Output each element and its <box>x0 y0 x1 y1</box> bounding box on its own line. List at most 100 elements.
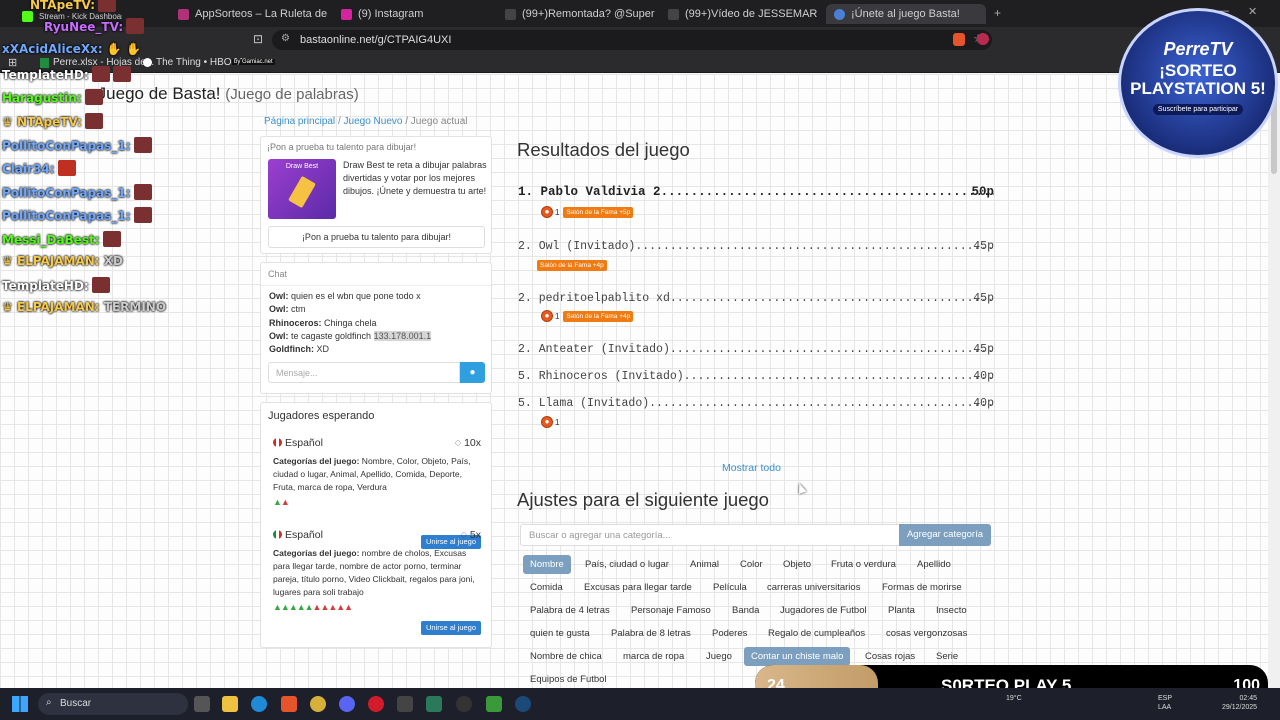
category-chip[interactable]: Planta <box>881 601 922 620</box>
edge-icon[interactable] <box>251 696 267 712</box>
category-chip[interactable]: Película <box>706 578 754 597</box>
url-field[interactable]: ⚙ bastaonline.net/g/CTPAIG4UXI ⇪ ☆ <box>272 30 992 50</box>
category-chip[interactable]: Serie <box>929 647 965 666</box>
category-chip[interactable]: Equipos de Futbol <box>523 670 614 688</box>
room-categories: Categorías del juego: nombre de cholos, … <box>273 548 475 597</box>
sorteo-badge: PerreTV ¡SORTEO PLAYSTATION 5! Suscríbet… <box>1118 8 1278 158</box>
category-chip[interactable]: Nombre <box>523 555 571 574</box>
dot-leader: ........................................… <box>669 292 994 305</box>
category-chip[interactable]: Objeto <box>776 555 818 574</box>
task-view-icon[interactable] <box>194 696 210 712</box>
waiting-room: Español ◌ 5x Categorías del juego: nombr… <box>273 529 481 635</box>
language-indicator[interactable]: ESP LAA <box>1158 694 1172 712</box>
category-chip[interactable]: Juego <box>699 647 739 666</box>
taskbar-search[interactable]: ⌕ Buscar <box>38 693 188 715</box>
player-icon-red: ▲ <box>280 497 290 507</box>
category-chip[interactable]: Color <box>733 555 770 574</box>
category-chip[interactable]: Poderes <box>705 624 754 643</box>
app-icon[interactable] <box>426 696 442 712</box>
category-chip[interactable]: Insecto <box>929 601 974 620</box>
stream-chat-overlay: NTApeTV: RyuNee_TV: xXAcidAliceXx: ✋ ✋ T… <box>0 0 167 325</box>
show-all-link[interactable]: Mostrar todo <box>722 462 781 474</box>
breadcrumb-home[interactable]: Página principal <box>264 116 335 127</box>
app-icon[interactable] <box>486 696 502 712</box>
category-chip[interactable]: cosas vergonzosas <box>879 624 974 643</box>
windows-taskbar: ⌕ Buscar 19°C ESP LAA 02:45 29/12/2025 <box>0 688 1280 720</box>
rewards-icon[interactable] <box>977 33 989 45</box>
emote-icon <box>126 18 145 34</box>
chat-highlight: 133.178.001.1 <box>373 330 432 341</box>
angry-face-icon: ● <box>541 310 553 322</box>
appsorteos-icon <box>178 8 189 20</box>
hall-of-fame-badge: Salón de la Fama +4p <box>537 260 607 271</box>
tiktok-icon <box>668 8 679 20</box>
category-chip[interactable]: Excusas para llegar tarde <box>577 578 699 597</box>
category-chip[interactable]: carreras universitarios <box>760 578 867 597</box>
category-chip[interactable]: Banda <box>725 601 766 620</box>
room-players: ▲▲ <box>273 497 481 507</box>
draw-best-image[interactable]: Draw Best <box>268 159 336 219</box>
category-chip[interactable]: Contar un chiste malo <box>744 647 851 666</box>
tab-tiktok-2[interactable]: (99+)Vídeo de JESSEMARKUSS (@j <box>668 4 818 24</box>
category-chip[interactable]: Regalo de cumpleaños <box>761 624 872 643</box>
category-chip[interactable]: marca de ropa <box>616 647 691 666</box>
join-game-button[interactable]: Unirse al juego <box>421 621 481 635</box>
category-chip[interactable]: Apellido <box>910 555 958 574</box>
chat-message: Owl: ctm <box>269 304 306 315</box>
windows-start-icon[interactable] <box>12 696 28 712</box>
app-icon[interactable] <box>310 696 326 712</box>
crown-icon: ♛ <box>2 300 17 314</box>
category-chip[interactable]: Animal <box>683 555 726 574</box>
overlay-chat-line: xXAcidAliceXx: ✋ ✋ <box>2 42 141 56</box>
brave-shield-icon[interactable] <box>953 33 965 46</box>
category-chip[interactable]: Palabra de 4 letras <box>523 601 617 620</box>
overlay-chat-line: RyuNee_TV: <box>44 18 145 34</box>
overlay-chat-line: ♛ ELPAJAMAN: TERMINO <box>2 300 167 314</box>
discord-icon[interactable] <box>339 696 355 712</box>
category-search-input[interactable]: Buscar o agregar una categoría... <box>520 524 900 546</box>
tab-appsorteos[interactable]: AppSorteos – La Ruleta de la Suerte <box>178 4 328 24</box>
emote-icon <box>112 66 131 82</box>
chat-messages: Owl: quien es el wbn que pone todo x Owl… <box>261 286 491 360</box>
send-message-button[interactable]: ● <box>460 362 485 383</box>
obs-icon[interactable] <box>456 696 472 712</box>
category-chip[interactable]: Fruta o verdura <box>824 555 903 574</box>
close-window-icon[interactable]: ✕ <box>1248 5 1257 18</box>
bookmark-icon[interactable]: ⊡ <box>253 32 263 46</box>
timer-icon: ◌ <box>454 437 462 449</box>
tab-tiktok-1[interactable]: (99+)Remontada? @Super Chatitos <box>505 4 655 24</box>
steam-icon[interactable] <box>515 696 531 712</box>
overlay-chat-line: NTApeTV: <box>30 0 117 12</box>
tab-basta-active[interactable]: ¡Únete al juego Basta! ✕ <box>826 4 986 24</box>
promo-heading: ¡Pon a prueba tu talento para dibujar! <box>267 142 417 152</box>
player-icon-green: ▲ <box>273 497 282 507</box>
category-chip[interactable]: quien te gusta <box>523 624 597 643</box>
waiting-heading: Jugadores esperando <box>268 410 375 422</box>
tab-instagram[interactable]: (9) Instagram <box>341 4 491 24</box>
add-category-button[interactable]: Agregar categoría <box>899 524 991 546</box>
subscribe-cta: Suscríbete para participar <box>1152 104 1244 115</box>
new-tab-icon[interactable]: + <box>994 6 1001 20</box>
category-chip[interactable]: Nombre de chica <box>523 647 609 666</box>
overlay-chat-line: PollitoConPapas_1: <box>2 184 152 200</box>
file-explorer-icon[interactable] <box>222 696 238 712</box>
site-settings-icon[interactable]: ⚙ <box>281 33 290 44</box>
browser-tab-bar: Stream - Kick Dashboard AppSorteos – La … <box>0 0 1280 27</box>
page-scrollbar[interactable] <box>1268 74 1280 688</box>
category-chip[interactable]: Comida <box>523 578 570 597</box>
chat-card: Chat Owl: quien es el wbn que pone todo … <box>260 262 492 394</box>
category-chip[interactable]: Personaje Famoso <box>624 601 718 620</box>
promo-button[interactable]: ¡Pon a prueba tu talento para dibujar! <box>268 226 485 248</box>
category-chip[interactable]: País, ciudad o lugar <box>578 555 676 574</box>
category-chip[interactable]: Jugadores de Futbol <box>773 601 874 620</box>
brave-icon[interactable] <box>281 696 297 712</box>
category-chip[interactable]: Cosas rojas <box>858 647 922 666</box>
search-icon: ⌕ <box>46 697 52 708</box>
category-chip[interactable]: Palabra de 8 letras <box>604 624 698 643</box>
taskbar-clock[interactable]: 02:45 29/12/2025 <box>1222 694 1257 712</box>
chat-input[interactable]: Mensaje... <box>268 362 460 383</box>
app-icon[interactable] <box>397 696 413 712</box>
category-chip[interactable]: Formas de morirse <box>875 578 969 597</box>
opera-icon[interactable] <box>368 696 384 712</box>
breadcrumb-new-game[interactable]: Juego Nuevo <box>344 116 403 127</box>
